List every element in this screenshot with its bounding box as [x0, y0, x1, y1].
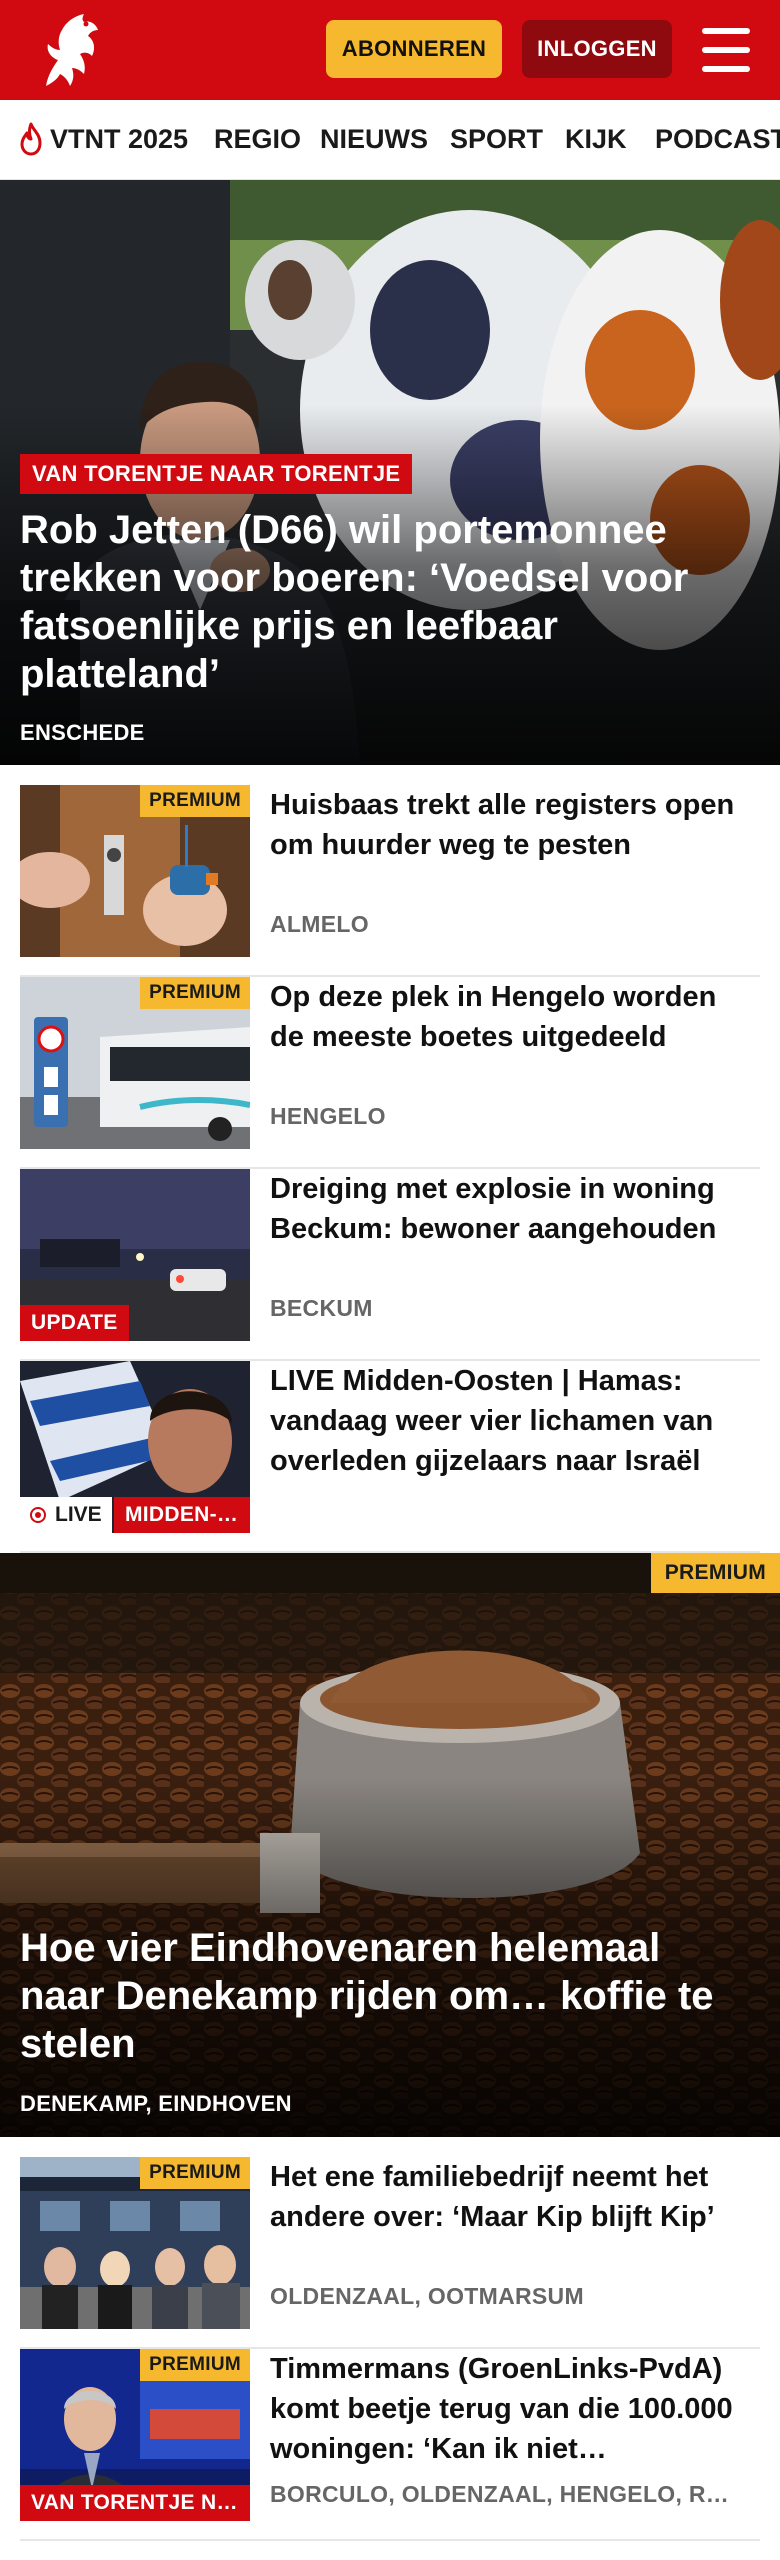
nav-item-label: KIJK [565, 123, 627, 154]
article-thumbnail: PREMIUM VAN TORENTJE N… [20, 2349, 250, 2521]
premium-badge: PREMIUM [140, 2349, 250, 2381]
premium-badge: PREMIUM [140, 2157, 250, 2189]
article-thumbnail: PREMIUM [20, 2157, 250, 2329]
article-title[interactable]: LIVE Midden-Oosten | Hamas: vandaag weer… [270, 1361, 750, 1481]
article-title[interactable]: Timmermans (GroenLinks-PvdA) komt beetje… [270, 2349, 750, 2469]
article-location: ALMELO [270, 911, 369, 937]
premium-badge: PREMIUM [140, 785, 250, 817]
hero-headline[interactable]: Hoe vier Eindhovenaren helemaal naar Den… [20, 1924, 720, 2068]
hero-headline[interactable]: Rob Jetten (D66) wil portemonnee trekken… [20, 506, 720, 698]
article-thumbnail: PREMIUM [20, 785, 250, 957]
topic-tag: VAN TORENTJE N… [20, 2485, 250, 2521]
article-thumbnail: LIVE MIDDEN-… [20, 1361, 250, 1533]
live-label: LIVE [55, 1503, 102, 1526]
top-bar: ABONNEREN INLOGGEN [0, 0, 780, 100]
article-location: BECKUM [270, 1295, 373, 1321]
article-title[interactable]: Dreiging met explosie in woning Beckum: … [270, 1169, 750, 1249]
hamburger-menu-icon[interactable] [698, 22, 754, 78]
article-title[interactable]: Huisbaas trekt alle registers open om hu… [270, 785, 750, 865]
hero-location: ENSCHEDE [20, 720, 145, 745]
nav-item-label: NIEUWS [320, 123, 428, 154]
hero-article-koffie[interactable]: PREMIUM Hoe vier Eindhovenaren helemaal … [0, 1553, 780, 2137]
list-item[interactable]: LIVE MIDDEN-… LIVE Midden-Oosten | Hamas… [20, 1361, 760, 1553]
nav-item-label: REGIO [214, 123, 302, 154]
hero-location: DENEKAMP, EINDHOVEN [20, 2091, 292, 2116]
login-button[interactable]: INLOGGEN [522, 20, 672, 78]
article-location: OLDENZAAL, OOTMARSUM [270, 2283, 584, 2309]
article-title[interactable]: Op deze plek in Hengelo worden de meeste… [270, 977, 750, 1057]
list-item[interactable]: PREMIUM Op deze plek in Hengelo worden d… [20, 977, 760, 1169]
premium-badge: PREMIUM [140, 977, 250, 1009]
nav-item-label: SPORT [450, 123, 544, 154]
nav-item-vtnt-2025[interactable]: VTNT 2025 [16, 100, 188, 178]
article-location: BORCULO, OLDENZAAL, HENGELO, R… [270, 2481, 730, 2507]
article-location: HENGELO [270, 1103, 386, 1129]
nav-item-sport[interactable]: SPORT [450, 100, 543, 178]
nav-item-label: PODCAST [655, 123, 780, 154]
tubantia-horse-logo[interactable] [28, 8, 112, 92]
list-item[interactable]: UPDATE Dreiging met explosie in woning B… [20, 1169, 760, 1361]
nav-item-podcast[interactable]: PODCAST [655, 100, 780, 178]
flame-icon [20, 122, 42, 156]
article-title[interactable]: Het ene familiebedrijf neemt het andere … [270, 2157, 750, 2237]
update-tag: UPDATE [20, 1305, 129, 1341]
list-item[interactable]: PREMIUM VAN TORENTJE N… Timmermans (Groe… [20, 2349, 760, 2541]
nav-item-label: VTNT 2025 [50, 123, 189, 154]
hero-article-jetten[interactable]: VAN TORENTJE NAAR TORENTJE Rob Jetten (D… [0, 180, 780, 765]
live-dot-icon [30, 1507, 46, 1523]
list-item[interactable]: PREMIUM Huisbaas trekt alle registers op… [20, 785, 760, 977]
article-thumbnail: PREMIUM [20, 977, 250, 1149]
topic-tag: MIDDEN-… [114, 1497, 250, 1533]
list-item[interactable]: PREMIUM Het ene familiebedrijf neemt het… [20, 2157, 760, 2349]
section-nav: VTNT 2025 REGIO NIEUWS SPORT KIJK PODCAS… [0, 100, 780, 180]
nav-item-kijk[interactable]: KIJK [565, 100, 627, 178]
premium-badge: PREMIUM [650, 1553, 780, 1593]
nav-item-regio[interactable]: REGIO [214, 100, 301, 178]
article-thumbnail: UPDATE [20, 1169, 250, 1341]
nav-item-nieuws[interactable]: NIEUWS [320, 100, 428, 178]
hero-kicker: VAN TORENTJE NAAR TORENTJE [20, 454, 413, 494]
live-tag: LIVE [20, 1497, 112, 1533]
subscribe-button[interactable]: ABONNEREN [326, 20, 502, 78]
